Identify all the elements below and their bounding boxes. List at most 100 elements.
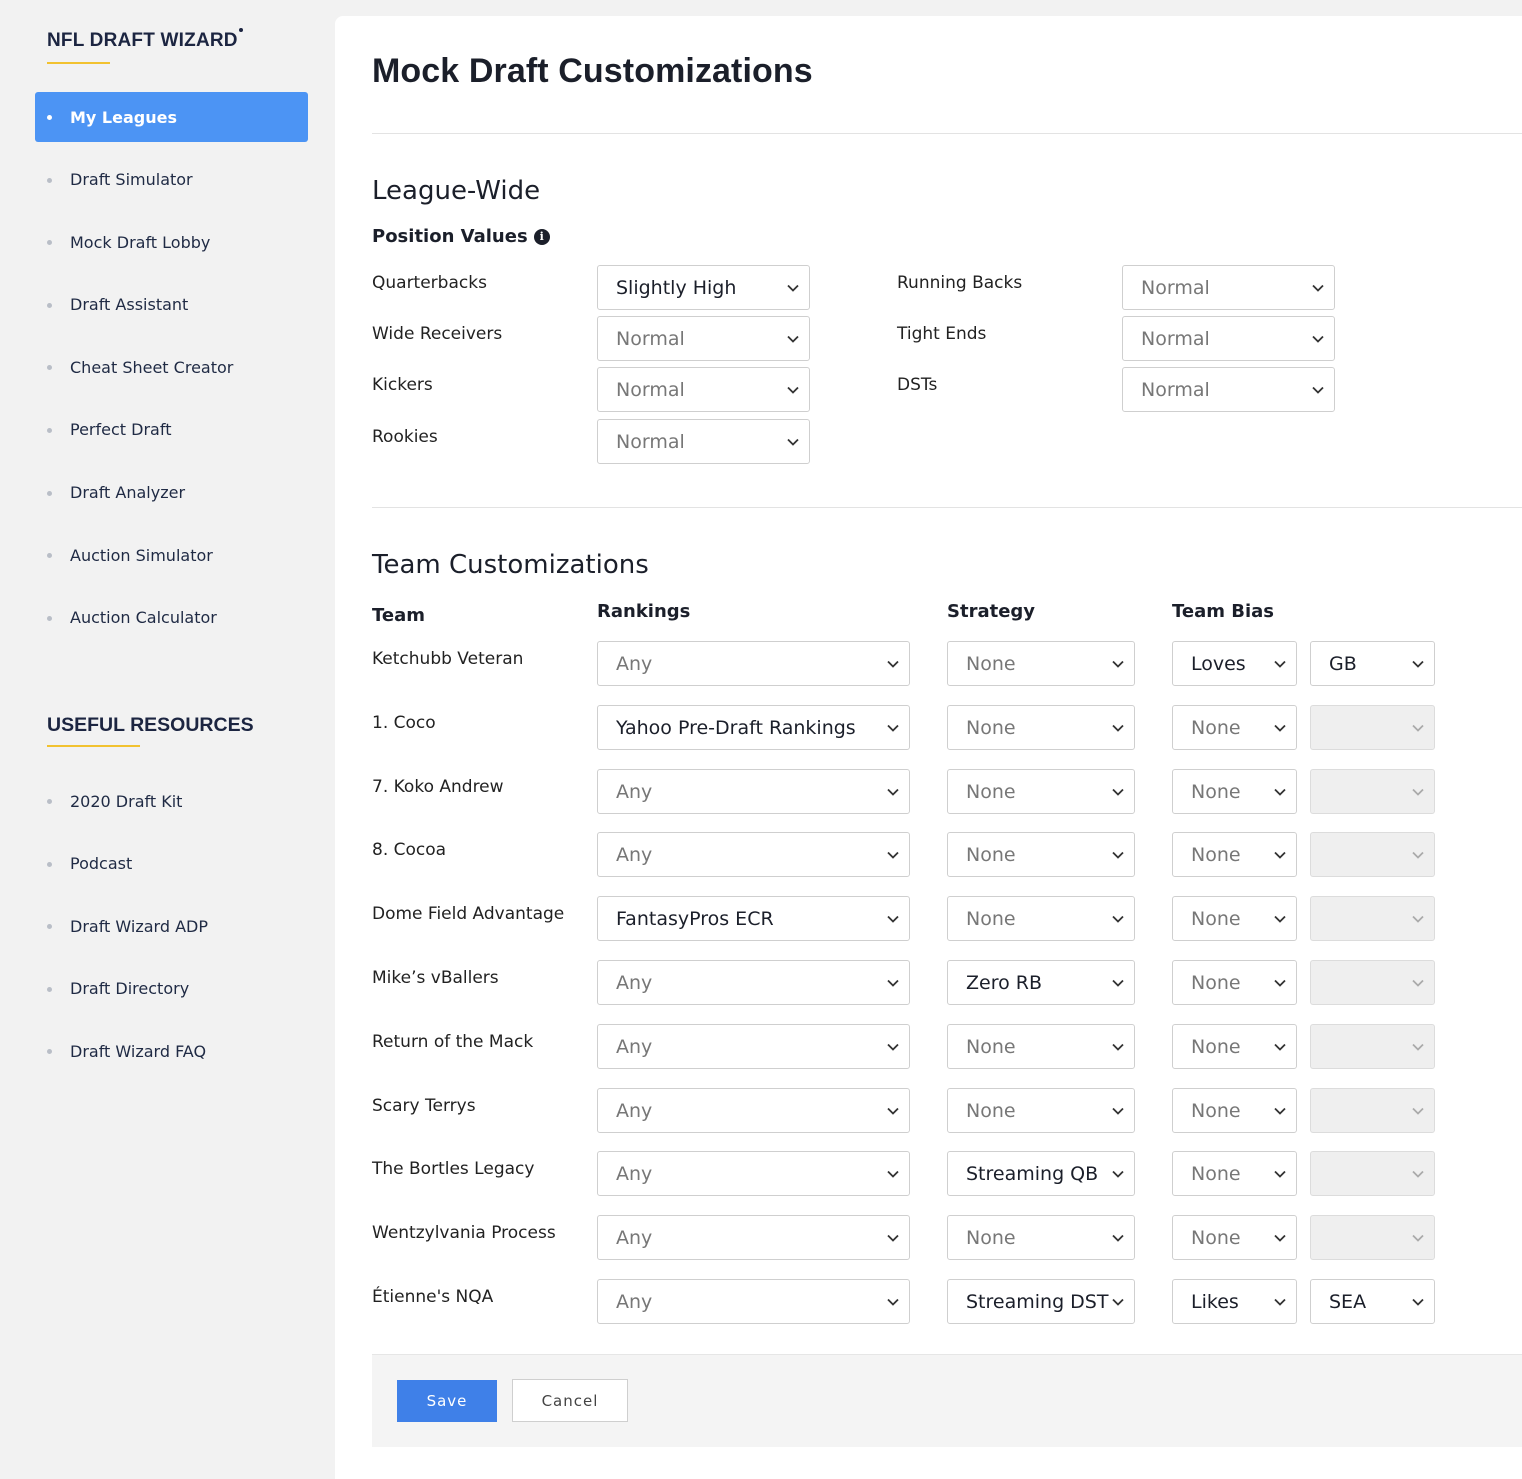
position-select-rookies[interactable]: Normal xyxy=(597,419,810,464)
bias-team-select xyxy=(1310,1088,1435,1133)
sidebar-item-draft-directory[interactable]: Draft Directory xyxy=(35,964,308,1014)
bullet-dot xyxy=(47,986,52,992)
save-button[interactable]: Save xyxy=(397,1380,497,1422)
bias-select[interactable]: None xyxy=(1172,1024,1297,1069)
bias-select[interactable]: None xyxy=(1172,1088,1297,1133)
strategy-select-value: None xyxy=(966,843,1016,866)
strategy-select[interactable]: None xyxy=(947,705,1135,750)
chevron-down-icon xyxy=(1312,284,1324,292)
bias-select[interactable]: None xyxy=(1172,832,1297,877)
bias-select-value: None xyxy=(1191,907,1241,930)
divider xyxy=(372,507,1522,508)
rankings-select[interactable]: Any xyxy=(597,960,910,1005)
position-values-label: Position Values xyxy=(372,226,528,247)
chevron-down-icon xyxy=(1274,1043,1286,1051)
bias-select[interactable]: Loves xyxy=(1172,641,1297,686)
resources-title: USEFUL RESOURCES xyxy=(47,714,254,736)
position-select-running-backs[interactable]: Normal xyxy=(1122,265,1335,310)
chevron-down-icon xyxy=(1112,1107,1124,1115)
sidebar-item-auction-calculator[interactable]: Auction Calculator xyxy=(35,593,308,643)
bullet-dot xyxy=(47,861,52,867)
bullet-dot xyxy=(47,490,52,496)
sidebar-item-my-leagues[interactable]: My Leagues xyxy=(35,92,308,142)
position-select-kickers[interactable]: Normal xyxy=(597,367,810,412)
main-card: Mock Draft Customizations League-Wide Po… xyxy=(335,16,1522,1479)
strategy-select[interactable]: None xyxy=(947,1088,1135,1133)
bias-select[interactable]: Likes xyxy=(1172,1279,1297,1324)
chevron-down-icon xyxy=(1412,788,1424,796)
sidebar-item-2020-draft-kit[interactable]: 2020 Draft Kit xyxy=(35,776,308,826)
bias-select-value: None xyxy=(1191,1099,1241,1122)
strategy-select[interactable]: None xyxy=(947,896,1135,941)
position-select-dsts[interactable]: Normal xyxy=(1122,367,1335,412)
bias-select[interactable]: None xyxy=(1172,769,1297,814)
rankings-select-value: Any xyxy=(616,652,653,675)
chevron-down-icon xyxy=(1112,788,1124,796)
chevron-down-icon xyxy=(1274,1170,1286,1178)
strategy-select-value: None xyxy=(966,780,1016,803)
sidebar-item-label: Draft Simulator xyxy=(70,170,193,190)
brand-logo[interactable]: NFL DRAFT WIZARD xyxy=(47,28,243,52)
rankings-select[interactable]: Yahoo Pre-Draft Rankings xyxy=(597,705,910,750)
rankings-select[interactable]: Any xyxy=(597,1024,910,1069)
sidebar-item-mock-draft-lobby[interactable]: Mock Draft Lobby xyxy=(35,217,308,267)
col-head-strategy: Strategy xyxy=(947,601,1036,622)
strategy-select[interactable]: Streaming DST xyxy=(947,1279,1135,1324)
chevron-down-icon xyxy=(1112,660,1124,668)
bias-team-select xyxy=(1310,1151,1435,1196)
chevron-down-icon xyxy=(1274,660,1286,668)
resources-nav: 2020 Draft Kit Podcast Draft Wizard ADP Dra… xyxy=(35,776,308,1089)
bias-select[interactable]: None xyxy=(1172,705,1297,750)
bias-select[interactable]: None xyxy=(1172,960,1297,1005)
chevron-down-icon xyxy=(1274,915,1286,923)
bias-select[interactable]: None xyxy=(1172,1215,1297,1260)
bias-select[interactable]: None xyxy=(1172,896,1297,941)
bias-team-select xyxy=(1310,705,1435,750)
sidebar-item-draft-wizard-faq[interactable]: Draft Wizard FAQ xyxy=(35,1026,308,1076)
strategy-select-value: Streaming DST xyxy=(966,1290,1109,1313)
rankings-select[interactable]: Any xyxy=(597,1088,910,1133)
strategy-select[interactable]: Zero RB xyxy=(947,960,1135,1005)
strategy-select[interactable]: None xyxy=(947,832,1135,877)
position-select-wide-receivers[interactable]: Normal xyxy=(597,316,810,361)
rankings-select[interactable]: FantasyPros ECR xyxy=(597,896,910,941)
sidebar-item-auction-simulator[interactable]: Auction Simulator xyxy=(35,530,308,580)
rankings-select[interactable]: Any xyxy=(597,769,910,814)
strategy-select[interactable]: None xyxy=(947,1024,1135,1069)
team-name-return-of-the-mack: Return of the Mack xyxy=(372,1032,534,1052)
sidebar-item-draft-simulator[interactable]: Draft Simulator xyxy=(35,155,308,205)
bullet-dot xyxy=(47,177,52,183)
position-select-wide-receivers-value: Normal xyxy=(616,327,685,350)
sidebar-item-label: Draft Assistant xyxy=(70,295,189,315)
rankings-select[interactable]: Any xyxy=(597,1215,910,1260)
strategy-select[interactable]: None xyxy=(947,769,1135,814)
position-select-quarterbacks[interactable]: Slightly High xyxy=(597,265,810,310)
bias-team-select xyxy=(1310,960,1435,1005)
sidebar-item-draft-wizard-adp[interactable]: Draft Wizard ADP xyxy=(35,901,308,951)
bias-team-select[interactable]: SEA xyxy=(1310,1279,1435,1324)
strategy-select[interactable]: None xyxy=(947,1215,1135,1260)
rankings-select[interactable]: Any xyxy=(597,1279,910,1324)
bullet-dot xyxy=(47,115,52,120)
rankings-select-value: Any xyxy=(616,1099,653,1122)
rankings-select[interactable]: Any xyxy=(597,1151,910,1196)
sidebar-item-draft-assistant[interactable]: Draft Assistant xyxy=(35,280,308,330)
sidebar-item-perfect-draft[interactable]: Perfect Draft xyxy=(35,405,308,455)
strategy-select[interactable]: None xyxy=(947,641,1135,686)
strategy-select[interactable]: Streaming QB xyxy=(947,1151,1135,1196)
bias-team-select xyxy=(1310,1024,1435,1069)
bias-team-select[interactable]: GB xyxy=(1310,641,1435,686)
position-values-heading: Position Values i xyxy=(372,226,550,247)
cancel-button[interactable]: Cancel xyxy=(512,1379,628,1422)
sidebar-item-cheat-sheet-creator[interactable]: Cheat Sheet Creator xyxy=(35,342,308,392)
chevron-down-icon xyxy=(887,979,899,987)
rankings-select[interactable]: Any xyxy=(597,832,910,877)
sidebar-item-draft-analyzer[interactable]: Draft Analyzer xyxy=(35,468,308,518)
bias-select[interactable]: None xyxy=(1172,1151,1297,1196)
info-icon[interactable]: i xyxy=(533,228,550,245)
trademark-dot xyxy=(238,28,243,32)
rankings-select[interactable]: Any xyxy=(597,641,910,686)
position-select-tight-ends[interactable]: Normal xyxy=(1122,316,1335,361)
team-name-1-coco: 1. Coco xyxy=(372,713,436,733)
sidebar-item-podcast[interactable]: Podcast xyxy=(35,839,308,889)
